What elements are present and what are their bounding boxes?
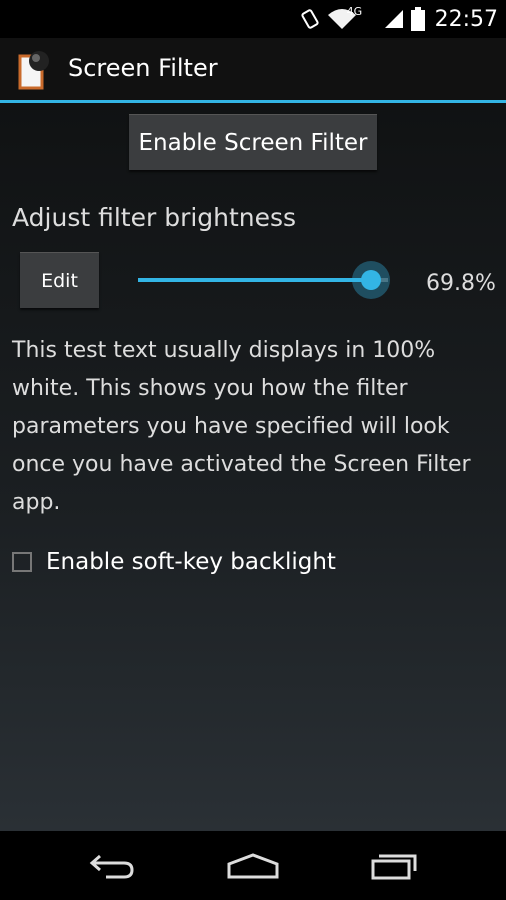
- battery-icon: [410, 7, 425, 31]
- enable-screen-filter-button[interactable]: Enable Screen Filter: [129, 114, 377, 170]
- home-button[interactable]: [203, 831, 303, 900]
- brightness-value: 69.8%: [426, 271, 496, 296]
- brightness-slider[interactable]: [138, 258, 390, 302]
- network-type-label: 4G: [346, 5, 363, 18]
- brightness-heading: Adjust filter brightness: [12, 203, 297, 232]
- recents-button[interactable]: [344, 831, 444, 900]
- back-button[interactable]: [62, 831, 162, 900]
- slider-fill: [138, 278, 371, 282]
- status-bar: 4G 22:57: [0, 0, 506, 38]
- back-icon: [89, 854, 134, 878]
- main-content: Enable Screen Filter Adjust filter brigh…: [0, 103, 506, 831]
- status-time: 22:57: [434, 6, 498, 32]
- screen-rotation-icon: [300, 9, 319, 29]
- navigation-bar: [0, 831, 506, 900]
- soft-key-backlight-label: Enable soft-key backlight: [46, 549, 336, 575]
- action-bar: Screen Filter: [0, 38, 506, 103]
- soft-key-backlight-checkbox[interactable]: [12, 552, 32, 572]
- signal-icon: [384, 10, 403, 28]
- slider-thumb[interactable]: [351, 261, 390, 299]
- app-icon[interactable]: [18, 50, 52, 90]
- edit-button[interactable]: Edit: [20, 252, 99, 308]
- home-icon: [227, 852, 279, 878]
- recents-icon: [371, 854, 417, 879]
- test-text: This test text usually displays in 100% …: [12, 338, 471, 515]
- status-icons: 4G 22:57: [299, 0, 498, 38]
- soft-key-backlight-row[interactable]: Enable soft-key backlight: [12, 545, 336, 579]
- app-title: Screen Filter: [68, 54, 218, 82]
